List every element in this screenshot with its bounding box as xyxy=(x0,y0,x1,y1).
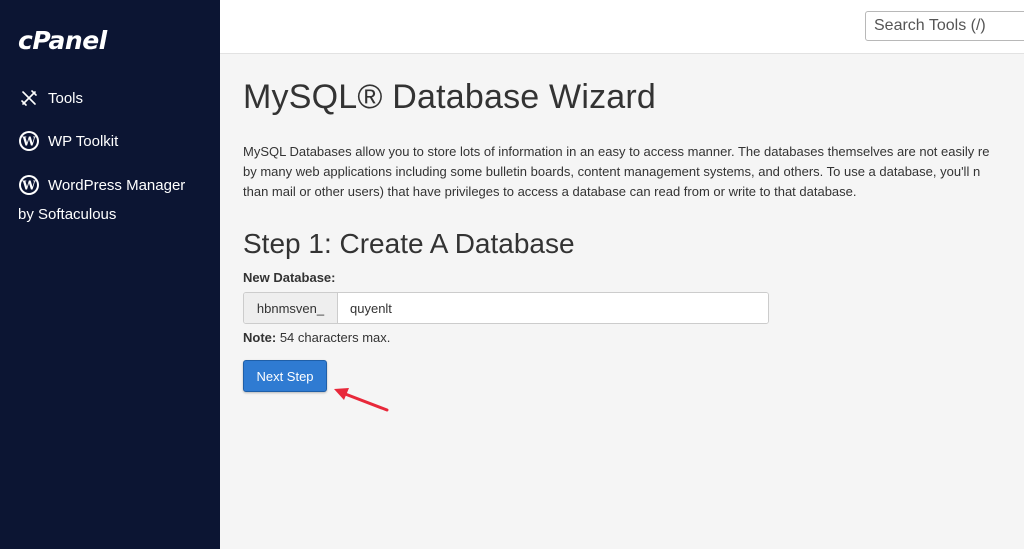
sidebar-item-wp-toolkit[interactable]: W WP Toolkit xyxy=(18,130,118,152)
sidebar-item-tools[interactable]: Tools xyxy=(18,87,83,109)
sidebar-item-label: WP Toolkit xyxy=(48,132,119,150)
svg-text:W: W xyxy=(21,179,36,193)
note-text: 54 characters max. xyxy=(276,330,391,345)
new-database-input-group: hbnmsven_ xyxy=(243,292,769,324)
new-database-input[interactable] xyxy=(338,293,768,323)
tools-icon xyxy=(18,87,40,109)
intro-line: MySQL Databases allow you to store lots … xyxy=(243,144,990,159)
database-prefix: hbnmsven_ xyxy=(244,293,338,323)
character-limit-note: Note: 54 characters max. xyxy=(243,330,390,345)
sidebar-item-sublabel[interactable]: by Softaculous xyxy=(18,206,116,223)
intro-line: than mail or other users) that have priv… xyxy=(243,184,857,199)
red-arrow-annotation xyxy=(334,388,389,412)
intro-text: MySQL Databases allow you to store lots … xyxy=(243,142,1024,202)
search-tools-input[interactable] xyxy=(865,11,1024,41)
sidebar-item-label: WordPress Manager xyxy=(48,176,186,194)
new-database-label: New Database: xyxy=(243,270,336,285)
next-step-button[interactable]: Next Step xyxy=(243,360,327,392)
wordpress-icon: W xyxy=(18,174,40,196)
wordpress-icon: W xyxy=(18,130,40,152)
cpanel-logo[interactable]: cPanel xyxy=(18,26,107,55)
top-bar xyxy=(220,0,1024,54)
sidebar-item-wordpress-manager[interactable]: W WordPress Manager xyxy=(18,174,185,196)
sidebar: cPanel Tools W WP Toolkit W WordPress Ma… xyxy=(0,0,220,549)
step-title: Step 1: Create A Database xyxy=(243,228,575,259)
svg-text:W: W xyxy=(21,135,36,149)
page-title: MySQL® Database Wizard xyxy=(243,78,657,116)
intro-line: by many web applications including some … xyxy=(243,164,981,179)
note-label: Note: xyxy=(243,330,277,345)
sidebar-item-label: Tools xyxy=(48,89,84,107)
